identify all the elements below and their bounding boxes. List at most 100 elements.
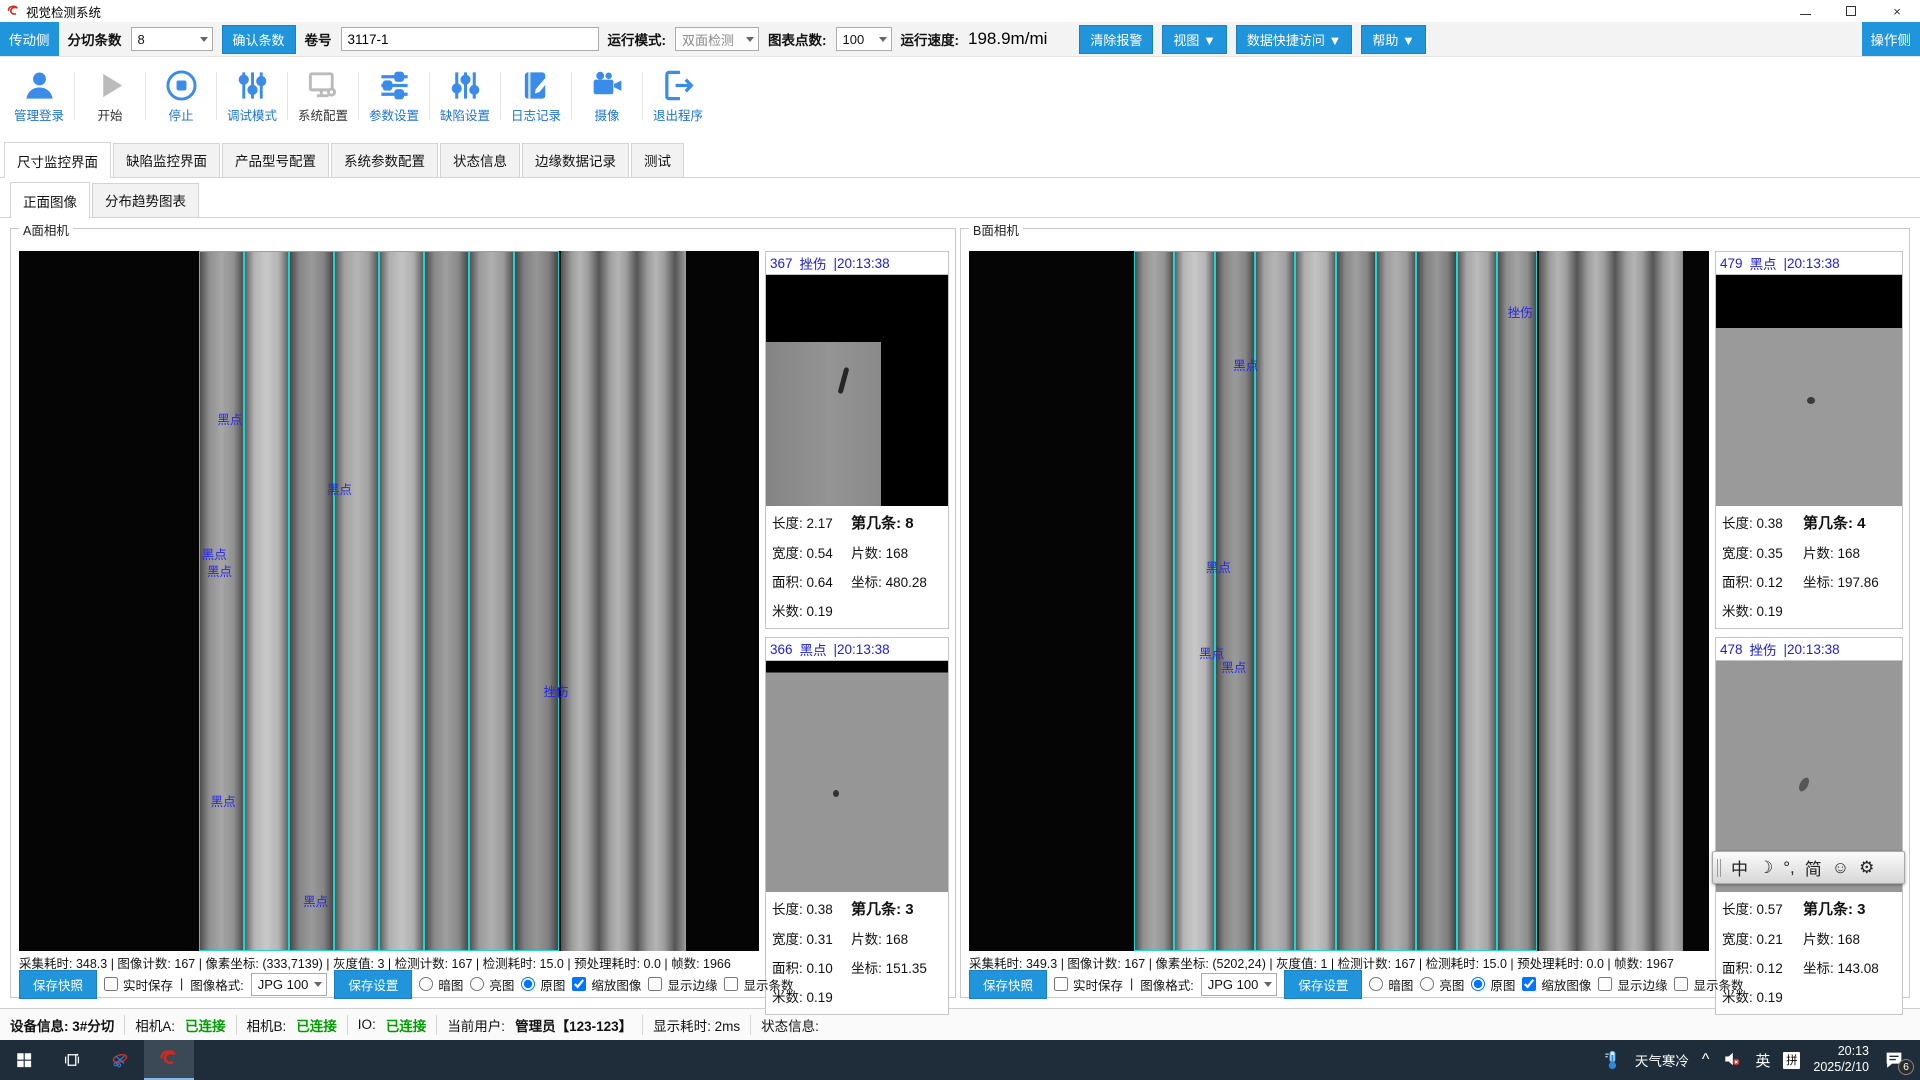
ime-toolbar[interactable]: 中 ☽ °, 简 ☺ ⚙ xyxy=(1712,851,1905,884)
maximize-button[interactable] xyxy=(1828,0,1874,22)
toolbar-button-exit[interactable]: 退出程序 xyxy=(645,68,711,124)
show-edge-label: 显示边缘 xyxy=(1617,975,1667,994)
show-edge-checkbox[interactable]: 显示边缘 xyxy=(1598,975,1667,994)
image-format-dropdown[interactable]: JPG 100 xyxy=(251,973,328,996)
toolbar-button-debug-sliders[interactable]: 调试模式 xyxy=(219,68,285,124)
weather-status[interactable]: 天气寒冷 xyxy=(1635,1050,1689,1070)
strip-segment xyxy=(1255,251,1295,951)
minimize-button[interactable] xyxy=(1782,0,1828,22)
show-edge-checkbox[interactable]: 显示边缘 xyxy=(648,975,717,994)
defect-card[interactable]: 366黑点|20:13:38长度: 0.38第几条: 3宽度: 0.31片数: … xyxy=(765,637,949,1015)
confirm-strips-button[interactable]: 确认条数 xyxy=(222,25,296,54)
start-button[interactable] xyxy=(0,1040,48,1080)
bright-image-radio[interactable]: 亮图 xyxy=(470,975,514,994)
checkbox[interactable] xyxy=(648,977,662,991)
radio[interactable] xyxy=(1471,977,1485,991)
checkbox[interactable] xyxy=(572,977,586,991)
save-settings-button[interactable]: 保存设置 xyxy=(334,970,412,999)
clear-alarm-button[interactable]: 清除报警 xyxy=(1079,25,1153,54)
notification-center-button[interactable]: 6 xyxy=(1882,1049,1908,1071)
zoom-image-checkbox[interactable]: 缩放图像 xyxy=(1522,975,1591,994)
toolbar-button-camera[interactable]: 摄像 xyxy=(574,68,640,124)
chevron-up-icon[interactable]: ^ xyxy=(1702,1051,1710,1069)
toolbar-button-log[interactable]: 日志记录 xyxy=(503,68,569,124)
defect-card[interactable]: 479黑点|20:13:38长度: 0.38第几条: 4宽度: 0.35片数: … xyxy=(1715,251,1903,629)
drag-handle-icon[interactable] xyxy=(1717,859,1721,877)
original-image-radio[interactable]: 原图 xyxy=(1471,975,1515,994)
main-tab-0[interactable]: 尺寸监控界面 xyxy=(4,142,111,178)
checkbox[interactable] xyxy=(1598,977,1612,991)
show-strips-checkbox[interactable]: 显示条数 xyxy=(724,975,793,994)
ime-indicator[interactable]: 拼 xyxy=(1783,1052,1800,1069)
help-menu-button[interactable]: 帮助 ▼ xyxy=(1361,25,1425,54)
original-image-radio[interactable]: 原图 xyxy=(521,975,565,994)
show-strips-checkbox[interactable]: 显示条数 xyxy=(1674,975,1743,994)
snipping-tool-button[interactable] xyxy=(96,1040,144,1080)
run-mode-dropdown[interactable]: 双面检测 xyxy=(675,27,759,51)
radio[interactable] xyxy=(521,977,535,991)
toolbar-button-defect-sliders[interactable]: 缺陷设置 xyxy=(432,68,498,124)
defect-card[interactable]: 478挫伤|20:13:38长度: 0.57第几条: 3宽度: 0.21片数: … xyxy=(1715,637,1903,1015)
save-snapshot-button[interactable]: 保存快照 xyxy=(969,970,1047,999)
defect-marker-label: 挫伤 xyxy=(1508,302,1533,321)
ime-simplified-mode[interactable]: 简 xyxy=(1805,855,1822,880)
strip-segment xyxy=(244,251,289,951)
active-app-taskbar-button[interactable] xyxy=(144,1040,194,1080)
save-snapshot-button[interactable]: 保存快照 xyxy=(19,970,97,999)
checkbox[interactable] xyxy=(1054,977,1068,991)
roll-number-input[interactable] xyxy=(341,27,599,51)
view-menu-button[interactable]: 视图 ▼ xyxy=(1162,25,1226,54)
main-tab-5[interactable]: 边缘数据记录 xyxy=(522,143,629,177)
moon-icon[interactable]: ☽ xyxy=(1758,858,1773,878)
defect-card[interactable]: 367挫伤|20:13:38长度: 2.17第几条: 8宽度: 0.54片数: … xyxy=(765,251,949,629)
radio[interactable] xyxy=(470,977,484,991)
dark-image-radio[interactable]: 暗图 xyxy=(419,975,463,994)
strip-count-dropdown[interactable]: 8 xyxy=(131,27,213,51)
divider xyxy=(429,72,430,120)
divider xyxy=(642,72,643,120)
language-indicator[interactable]: 英 xyxy=(1755,1050,1770,1071)
dark-image-radio[interactable]: 暗图 xyxy=(1369,975,1413,994)
close-button[interactable]: × xyxy=(1874,0,1920,22)
toolbar-button-param-sliders[interactable]: 参数设置 xyxy=(361,68,427,124)
task-view-button[interactable] xyxy=(48,1040,96,1080)
thermometer-icon[interactable] xyxy=(1602,1049,1622,1071)
realtime-save-checkbox[interactable]: 实时保存 xyxy=(104,975,173,994)
image-format-dropdown[interactable]: JPG 100 xyxy=(1201,973,1278,996)
radio[interactable] xyxy=(1420,977,1434,991)
main-tab-2[interactable]: 产品型号配置 xyxy=(222,143,329,177)
punctuation-icon[interactable]: °, xyxy=(1783,858,1795,878)
toolbar-button-stop[interactable]: 停止 xyxy=(148,68,214,124)
main-tab-4[interactable]: 状态信息 xyxy=(440,143,520,177)
radio[interactable] xyxy=(419,977,433,991)
sub-tab-0[interactable]: 正面图像 xyxy=(10,182,90,218)
checkbox[interactable] xyxy=(724,977,738,991)
drive-side-button[interactable]: 传动侧 xyxy=(0,22,59,56)
toolbar-button-user[interactable]: 管理登录 xyxy=(6,68,72,124)
realtime-save-checkbox[interactable]: 实时保存 xyxy=(1054,975,1123,994)
checkbox[interactable] xyxy=(1522,977,1536,991)
toolbar-button-play[interactable]: 开始 xyxy=(77,68,143,124)
main-tab-3[interactable]: 系统参数配置 xyxy=(331,143,438,177)
volume-muted-icon[interactable] xyxy=(1722,1049,1742,1072)
radio[interactable] xyxy=(1369,977,1383,991)
operator-side-button[interactable]: 操作侧 xyxy=(1862,22,1920,56)
camera-a-image: 黑点黑点黑点黑点挫伤黑点黑点 xyxy=(19,251,759,951)
gear-icon[interactable]: ⚙ xyxy=(1859,858,1874,878)
sub-tab-1[interactable]: 分布趋势图表 xyxy=(92,183,199,217)
main-tab-6[interactable]: 测试 xyxy=(631,143,684,177)
camera-a-conn-status: 已连接 xyxy=(185,1015,226,1035)
checkbox[interactable] xyxy=(104,977,118,991)
bright-image-radio[interactable]: 亮图 xyxy=(1420,975,1464,994)
ime-chinese-mode[interactable]: 中 xyxy=(1731,855,1748,880)
chart-points-dropdown[interactable]: 100 xyxy=(836,27,892,51)
zoom-image-checkbox[interactable]: 缩放图像 xyxy=(572,975,641,994)
clock[interactable]: 20:13 2025/2/10 xyxy=(1813,1044,1869,1075)
data-quick-access-button[interactable]: 数据快捷访问 ▼ xyxy=(1236,25,1352,54)
icon-toolbar: 管理登录开始停止调试模式系统配置参数设置缺陷设置日志记录摄像退出程序 xyxy=(0,57,1920,135)
main-tab-1[interactable]: 缺陷监控界面 xyxy=(113,143,220,177)
checkbox[interactable] xyxy=(1674,977,1688,991)
emoji-icon[interactable]: ☺ xyxy=(1832,858,1849,878)
save-settings-button[interactable]: 保存设置 xyxy=(1284,970,1362,999)
toolbar-button-system-config[interactable]: 系统配置 xyxy=(290,68,356,124)
